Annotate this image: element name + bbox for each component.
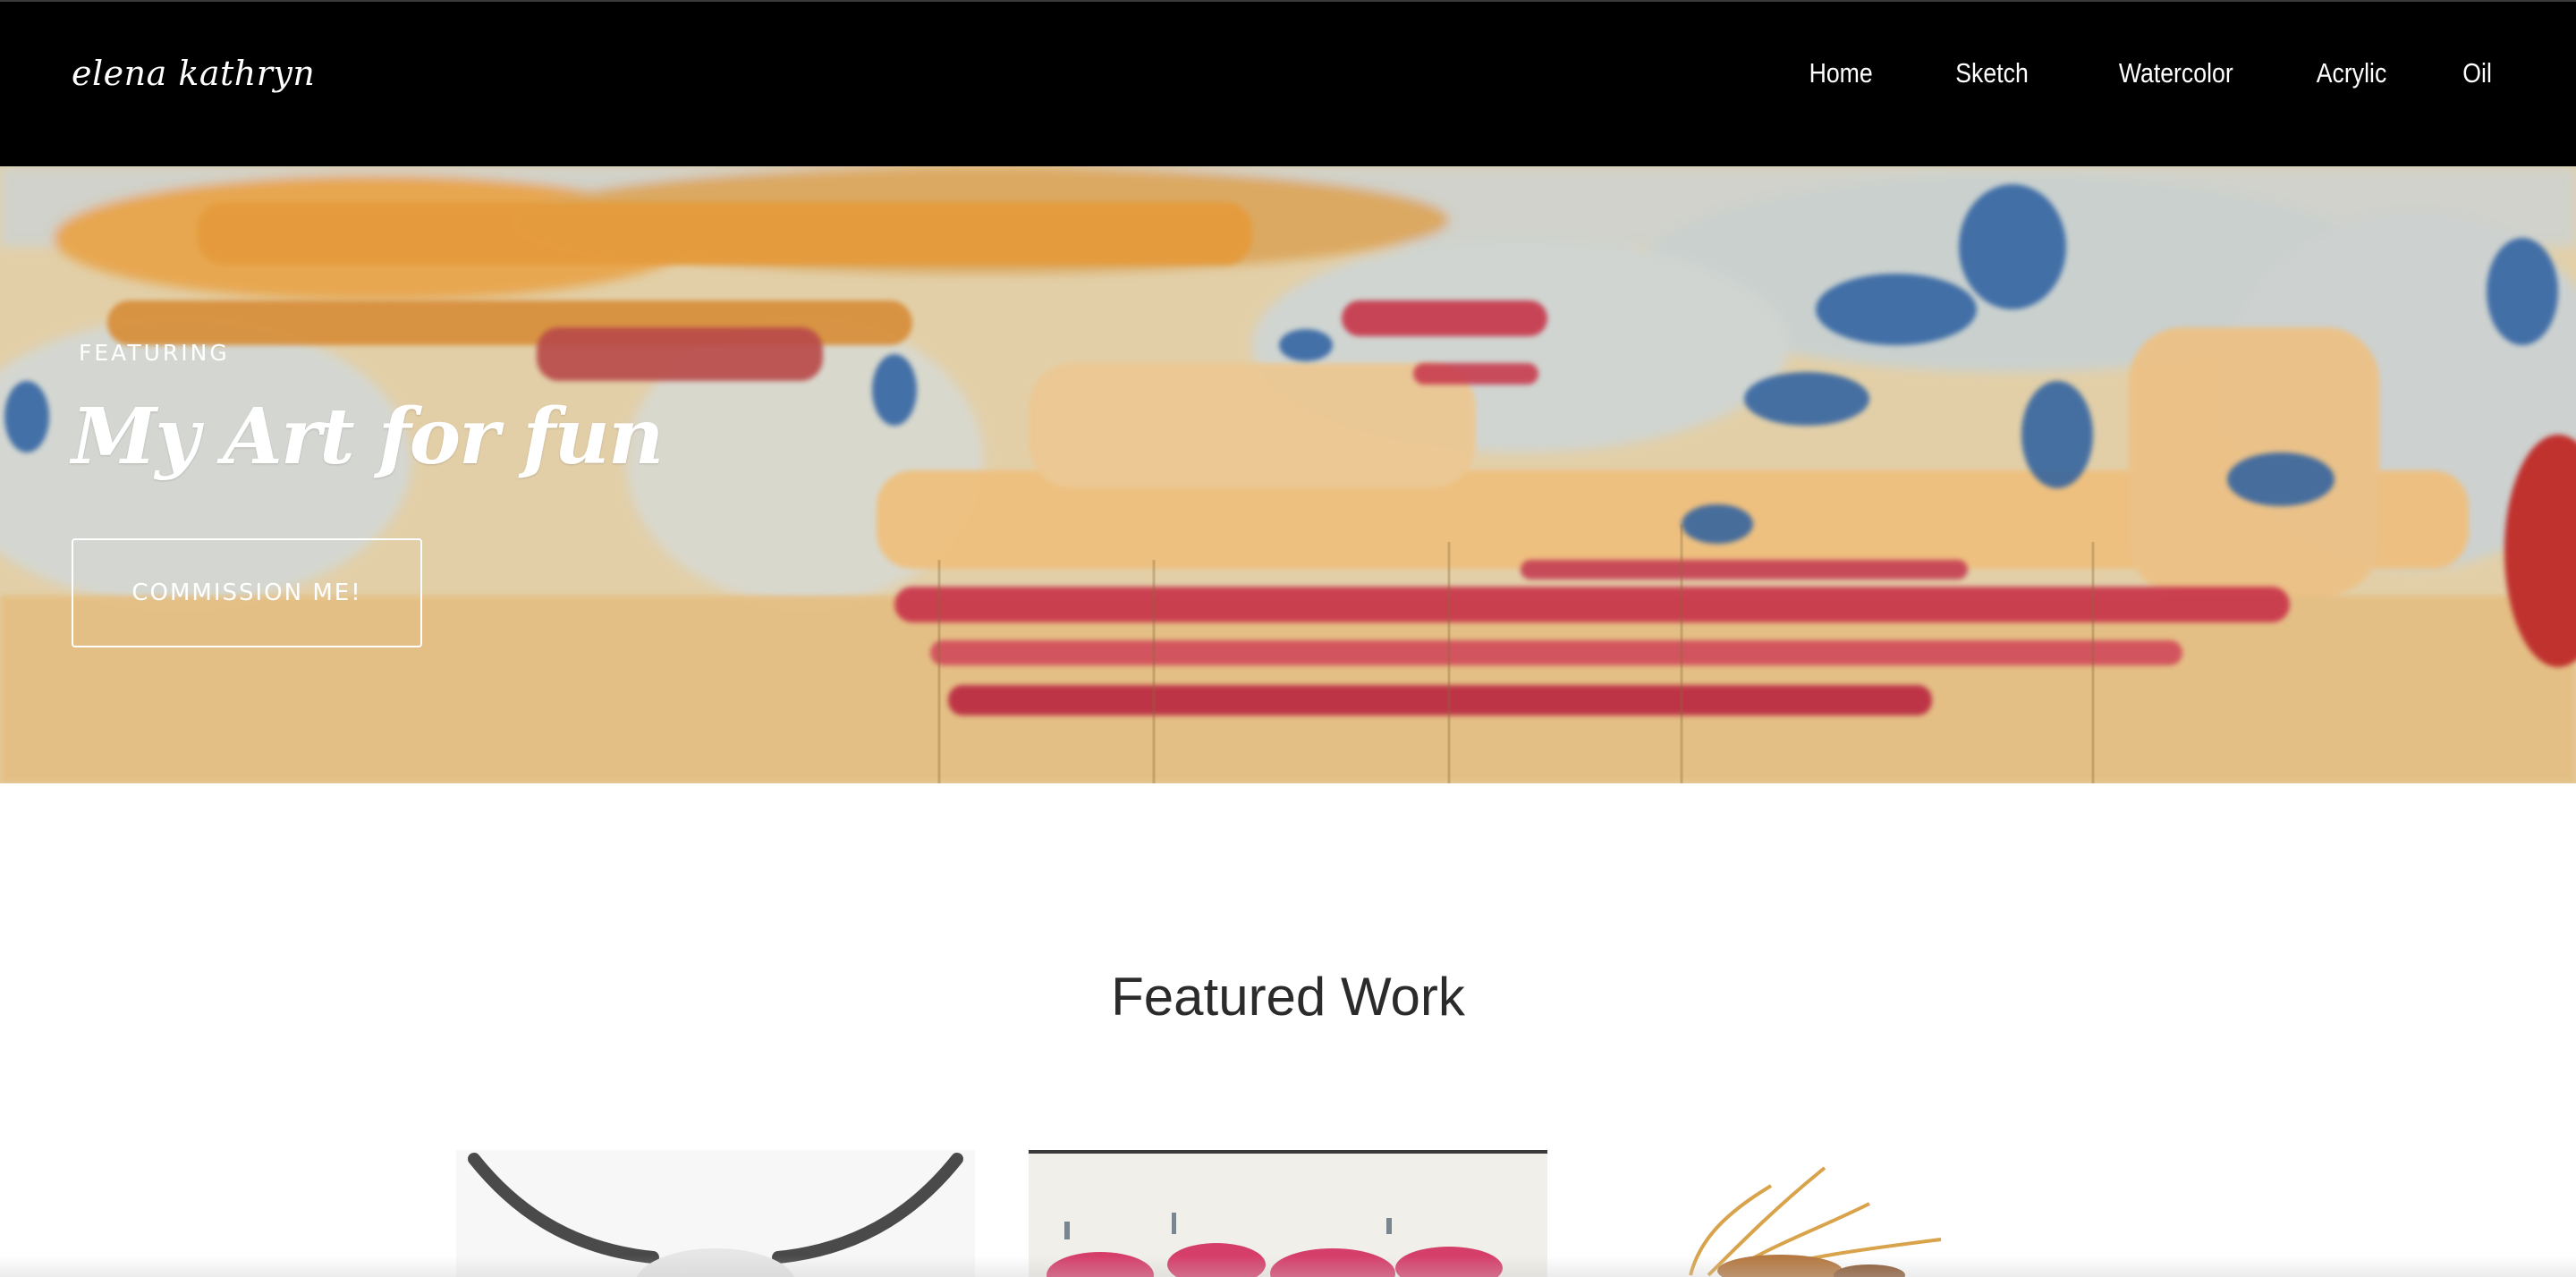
main-nav: Home Sketch Watercolor Acrylic Oil (1799, 57, 2492, 89)
site-logo[interactable]: elena kathryn (72, 54, 315, 93)
nav-item-acrylic[interactable]: Acrylic (2317, 57, 2387, 89)
hero-eyebrow: FEATURING (79, 340, 230, 366)
commission-button[interactable]: COMMISSION ME! (72, 538, 422, 647)
page-bottom-shadow (0, 1256, 2576, 1277)
nav-item-watercolor[interactable]: Watercolor (2119, 57, 2233, 89)
nav-item-oil[interactable]: Oil (2462, 57, 2492, 89)
site-header: elena kathryn Home Sketch Watercolor Acr… (0, 0, 2576, 166)
nav-item-home[interactable]: Home (1809, 57, 1872, 89)
featured-work-heading: Featured Work (1111, 967, 1465, 1027)
hero-title: My Art for fun (72, 392, 664, 482)
nav-item-sketch[interactable]: Sketch (1956, 57, 2029, 89)
hero-banner: FEATURING My Art for fun COMMISSION ME! (0, 166, 2576, 783)
